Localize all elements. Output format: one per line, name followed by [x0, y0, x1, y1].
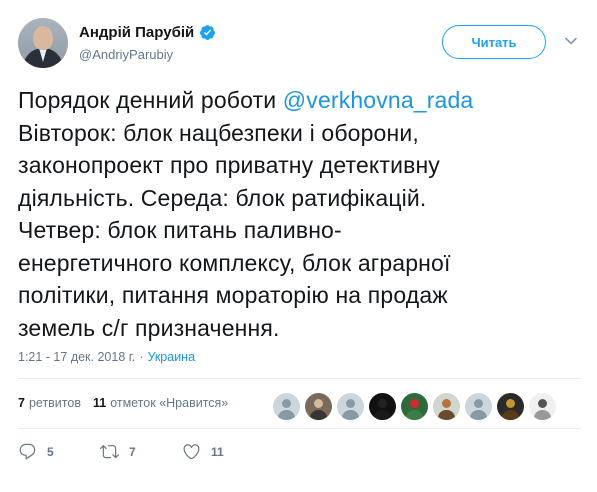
retweets-count: 7 [18, 396, 25, 410]
heart-icon [183, 444, 200, 460]
retweet-icon [100, 445, 119, 459]
tweet-line: Вівторок: блок нацбезпеки і оборони, [18, 119, 419, 146]
retweets-stat[interactable]: 7 ретвитов [18, 396, 81, 410]
liker-avatar[interactable] [305, 393, 332, 420]
tweet-line: Четвер: блок питань паливно- [18, 217, 342, 243]
tweet-line: політики, питання мораторію на продаж [18, 282, 448, 308]
liker-avatar[interactable] [337, 393, 364, 420]
liker-avatar[interactable] [433, 393, 460, 420]
verified-badge-icon [200, 25, 216, 40]
tweet-text: Порядок денний роботи @verkhovna_rada Ві… [18, 84, 584, 344]
tweet-header: Андрій Парубій @AndriyParubiy Читать [18, 18, 584, 70]
likes-label: отметок «Нравится» [110, 396, 229, 410]
retweet-count: 7 [129, 444, 136, 459]
tweet-line: енергетичного комплексу, блок аграрної [18, 249, 451, 276]
tweet-line: земель с/г призначення. [18, 314, 280, 341]
liker-avatar[interactable] [401, 393, 428, 420]
tweet-stats: 7 ретвитов 11 отметок «Нравится» [18, 396, 228, 410]
liker-avatar[interactable] [369, 393, 396, 420]
reply-button[interactable]: 5 [18, 442, 54, 461]
reply-count: 5 [47, 444, 54, 459]
tweet-meta: 1:21 - 17 дек. 2018 г. · Украина [18, 350, 195, 364]
author-display-name[interactable]: Андрій Парубій [79, 24, 194, 41]
liker-avatar[interactable] [497, 393, 524, 420]
like-button[interactable]: 11 [182, 442, 224, 461]
divider [18, 428, 581, 429]
likes-stat[interactable]: 11 отметок «Нравится» [93, 396, 228, 410]
mention-link[interactable]: @verkhovna_rada [283, 87, 474, 113]
likes-count: 11 [92, 396, 107, 410]
like-count: 11 [211, 444, 224, 459]
author-handle[interactable]: @AndriyParubiy [79, 47, 173, 62]
author-avatar[interactable] [18, 18, 68, 68]
liker-avatar[interactable] [529, 393, 556, 420]
reply-icon [19, 443, 36, 460]
retweets-label: ретвитов [28, 396, 81, 410]
meta-separator: · [139, 350, 144, 364]
liker-avatar[interactable] [465, 393, 492, 420]
chevron-down-icon[interactable] [564, 34, 578, 48]
tweet-line: діяльність. Середа: блок ратифікацій. [18, 184, 427, 211]
tweet-line: законопроект про приватну детективну [18, 152, 440, 178]
divider [18, 378, 581, 379]
liker-avatars [273, 393, 556, 420]
author-name-row[interactable]: Андрій Парубій [79, 24, 216, 41]
liker-avatar[interactable] [273, 393, 300, 420]
tweet-line: Порядок денний роботи @verkhovna_rada [18, 87, 474, 113]
tweet-location[interactable]: Украина [147, 350, 195, 364]
follow-button[interactable]: Читать [442, 25, 546, 59]
tweet-timestamp[interactable]: 1:21 - 17 дек. 2018 г. [18, 350, 135, 364]
retweet-button[interactable]: 7 [100, 442, 136, 461]
